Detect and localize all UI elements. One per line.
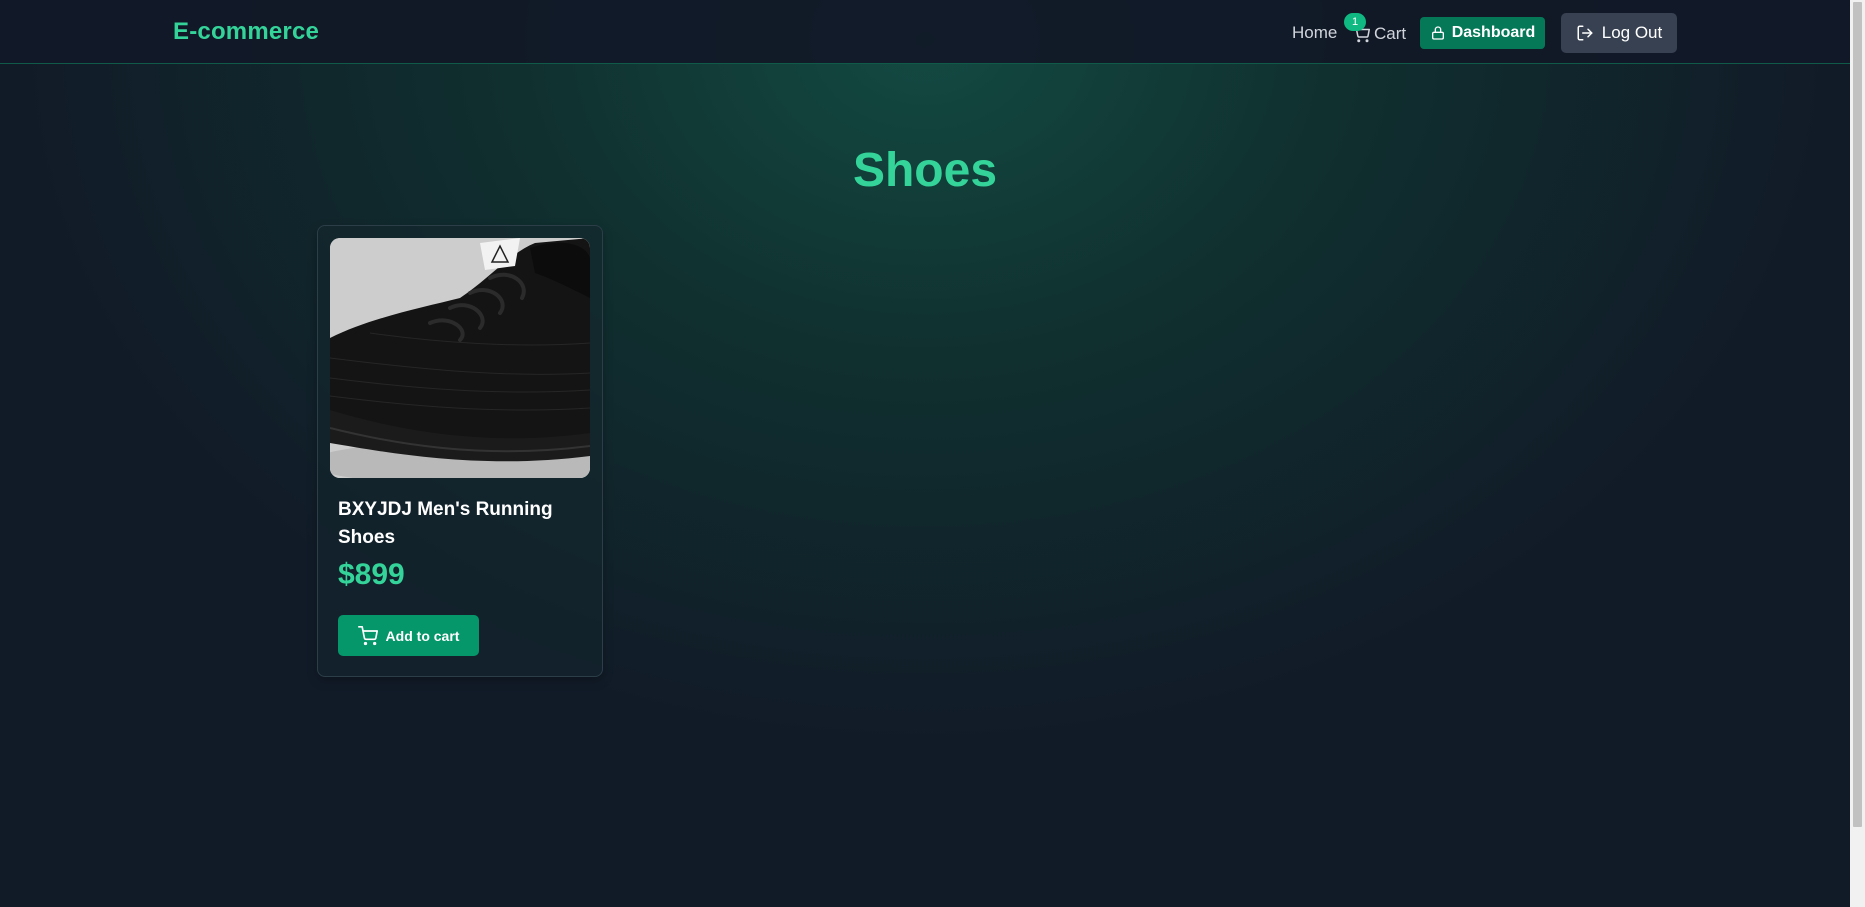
nav-home-link[interactable]: Home [1292, 23, 1337, 43]
logout-button[interactable]: Log Out [1561, 13, 1677, 53]
product-price: $899 [338, 558, 405, 591]
page-title: Shoes [852, 144, 998, 197]
lock-icon [1431, 26, 1444, 40]
cart-icon [357, 625, 378, 645]
logout-label: Log Out [1601, 23, 1663, 42]
cart-count-badge: 1 [1344, 13, 1366, 31]
shoe-image [330, 238, 590, 478]
dashboard-label: Dashboard [1451, 24, 1536, 41]
product-card: BXYJDJ Men's Running Shoes $899 Add to c… [317, 225, 603, 677]
product-name[interactable]: BXYJDJ Men's Running Shoes [338, 496, 588, 552]
brand-logo[interactable]: E-commerce [173, 18, 319, 46]
dashboard-button[interactable]: Dashboard [1420, 17, 1545, 49]
add-to-cart-label: Add to cart [385, 627, 460, 644]
nav-cart-link[interactable]: 1 Cart [1344, 13, 1407, 46]
add-to-cart-button[interactable]: Add to cart [338, 615, 479, 656]
scrollbar-thumb[interactable] [1853, 2, 1862, 827]
navbar: E-commerce Home 1 Cart Dashboard Log Out [0, 0, 1850, 64]
logout-icon [1577, 25, 1593, 41]
scrollbar[interactable] [1850, 0, 1865, 907]
cart-label: Cart [1374, 24, 1407, 43]
product-image[interactable] [330, 238, 590, 478]
